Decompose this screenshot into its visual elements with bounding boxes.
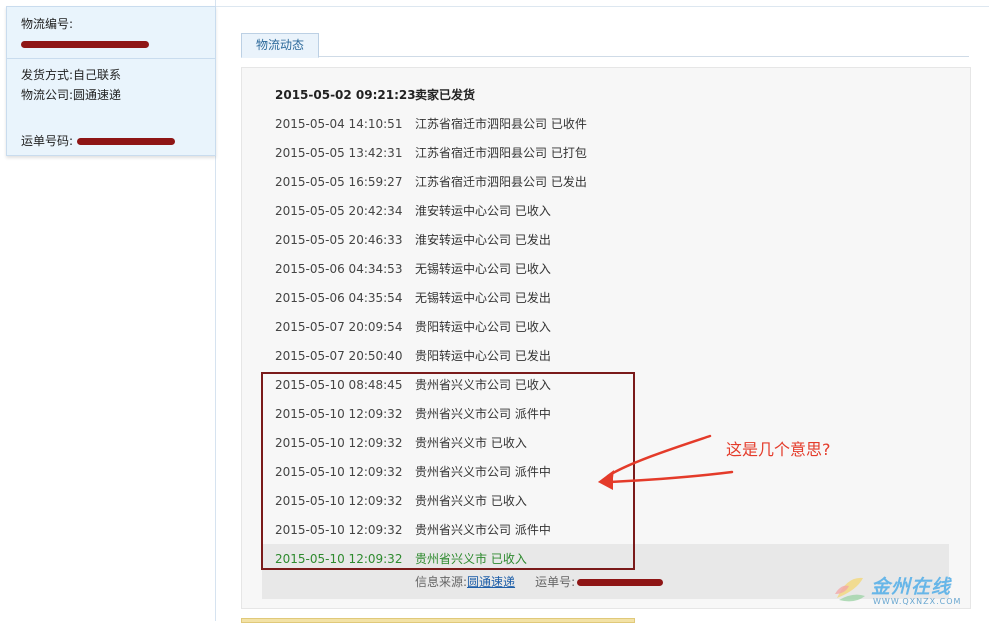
ship-method-label: 发货方式: [21,68,74,82]
event-desc: 贵阳转运中心公司 已发出 [415,349,551,363]
event-desc: 无锡转运中心公司 已收入 [415,262,551,276]
event-time: 2015-05-06 04:35:54 [275,291,403,305]
top-border [216,6,989,7]
event-desc: 淮安转运中心公司 已收入 [415,204,551,218]
event-time: 2015-05-05 20:42:34 [275,204,403,218]
ship-method-row: 发货方式:自己联系 [21,66,121,83]
redaction-mark [77,138,176,145]
event-desc: 无锡转运中心公司 已发出 [415,291,551,305]
event-desc: 卖家已发货 [415,88,476,102]
waybill-label: 运单号码: [21,134,74,148]
watermark-leaf-icon [835,577,865,602]
left-column: 物流编号: 发货方式:自己联系 物流公司:圆通速递 运单号码: [0,0,216,621]
event-time: 2015-05-06 04:34:53 [275,262,403,276]
waybill-row: 运单号码: [21,132,176,149]
event-desc: 贵阳转运中心公司 已收入 [415,320,551,334]
watermark-logo: 金州在线 WWW.QXNZX.COM [833,572,978,612]
event-time: 2015-05-07 20:50:40 [275,349,403,363]
highlight-box [261,372,635,570]
info-divider [7,58,215,59]
annotation-text: 这是几个意思? [726,440,831,459]
tab-logistics-updates[interactable]: 物流动态 [241,33,319,58]
shipping-info-box: 物流编号: 发货方式:自己联系 物流公司:圆通速递 运单号码: [6,6,216,156]
event-time: 2015-05-05 13:42:31 [275,146,403,160]
redaction-mark [577,579,664,586]
event-time: 2015-05-05 16:59:27 [275,175,403,189]
event-desc: 淮安转运中心公司 已发出 [415,233,551,247]
ship-method-value: 自己联系 [73,68,122,82]
watermark-title: 金州在线 [871,576,952,598]
carrier-label: 物流公司: [21,88,74,102]
event-desc: 江苏省宿迁市泗阳县公司 已收件 [415,117,587,131]
watermark-url: WWW.QXNZX.COM [873,597,962,606]
info-source: 信息来源:圆通速递 运单号: [415,573,664,590]
event-time: 2015-05-02 09:21:23 [275,88,416,102]
event-time: 2015-05-05 20:46:33 [275,233,403,247]
event-desc: 江苏省宿迁市泗阳县公司 已打包 [415,146,587,160]
tab-baseline [241,56,969,57]
event-time: 2015-05-07 20:09:54 [275,320,403,334]
redaction-mark [21,41,149,48]
event-time: 2015-05-04 14:10:51 [275,117,403,131]
carrier-value: 圆通速递 [73,88,122,102]
carrier-row: 物流公司:圆通速递 [21,86,121,103]
tracking-number-label: 物流编号: [21,17,74,31]
info-source-label: 信息来源: [415,575,468,589]
event-desc: 江苏省宿迁市泗阳县公司 已发出 [415,175,587,189]
waybill-short-label: 运单号: [535,575,576,589]
tracking-number-value [21,37,149,51]
carrier-link[interactable]: 圆通速递 [467,575,515,589]
